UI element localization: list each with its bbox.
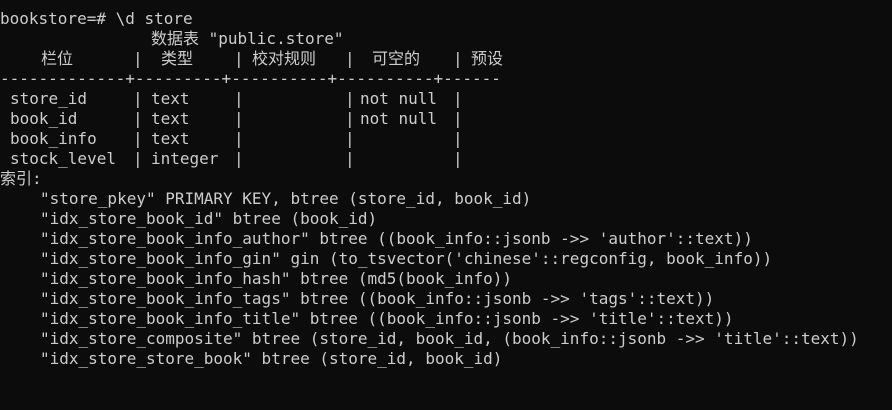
index-entry: "idx_store_book_id" btree (book_id) <box>40 209 378 228</box>
column-separator: | <box>234 49 244 68</box>
column-separator: | <box>133 149 143 168</box>
column-separator: | <box>234 109 244 128</box>
index-entry: "store_pkey" PRIMARY KEY, btree (store_i… <box>40 189 532 208</box>
cell-type: integer <box>151 149 219 168</box>
column-separator: | <box>133 129 143 148</box>
index-entry: "idx_store_book_info_author" btree ((boo… <box>40 229 753 248</box>
column-separator: | <box>345 129 355 148</box>
cell-type: text <box>151 129 190 148</box>
header-nullable: 可空的 <box>372 49 421 68</box>
index-entry: "idx_store_composite" btree (store_id, b… <box>40 329 859 348</box>
column-separator: | <box>453 89 463 108</box>
header-column: 栏位 <box>41 49 74 68</box>
column-separator: | <box>453 129 463 148</box>
table-row: stock_level | integer | | | <box>0 149 892 169</box>
column-separator: | <box>234 89 244 108</box>
table-row: store_id | text | | not null | <box>0 89 892 109</box>
header-default: 预设 <box>471 49 504 68</box>
column-separator: | <box>453 149 463 168</box>
header-type: 类型 <box>161 49 194 68</box>
cell-column: stock_level <box>10 149 116 168</box>
header-collation: 校对规则 <box>252 49 317 68</box>
column-separator: | <box>453 49 463 68</box>
cell-nullable: not null <box>360 109 438 128</box>
column-separator: | <box>133 109 143 128</box>
indexes-label: 索引: <box>0 169 42 188</box>
index-entry: "idx_store_book_info_gin" gin (to_tsvect… <box>40 249 773 268</box>
column-separator: | <box>345 89 355 108</box>
table-title: 数据表 "public.store" <box>151 29 344 48</box>
prompt-command-line: bookstore=# \d store <box>0 9 193 28</box>
column-separator: | <box>133 49 143 68</box>
column-separator: | <box>345 149 355 168</box>
column-separator: | <box>345 109 355 128</box>
terminal-window[interactable]: bookstore=# \d store 数据表 "public.store" … <box>0 0 892 410</box>
cell-column: store_id <box>10 89 88 108</box>
cell-nullable: not null <box>360 89 438 108</box>
column-separator: | <box>453 109 463 128</box>
cell-type: text <box>151 109 190 128</box>
column-separator: | <box>234 149 244 168</box>
column-separator: | <box>234 129 244 148</box>
index-entry: "idx_store_book_info_tags" btree ((book_… <box>40 289 715 308</box>
cell-column: book_info <box>10 129 97 148</box>
table-row: book_info | text | | | <box>0 129 892 149</box>
index-entry: "idx_store_book_info_title" btree ((book… <box>40 309 734 328</box>
index-entry: "idx_store_book_info_hash" btree (md5(bo… <box>40 269 513 288</box>
column-separator: | <box>345 49 355 68</box>
table-separator: -------------+---------+----------+-----… <box>0 69 501 88</box>
column-separator: | <box>133 89 143 108</box>
table-header-row: 栏位 | 类型 | 校对规则 | 可空的 | 预设 <box>0 49 892 69</box>
cell-column: book_id <box>10 109 78 128</box>
index-entry: "idx_store_store_book" btree (store_id, … <box>40 349 503 368</box>
table-row: book_id | text | | not null | <box>0 109 892 129</box>
cell-type: text <box>151 89 190 108</box>
